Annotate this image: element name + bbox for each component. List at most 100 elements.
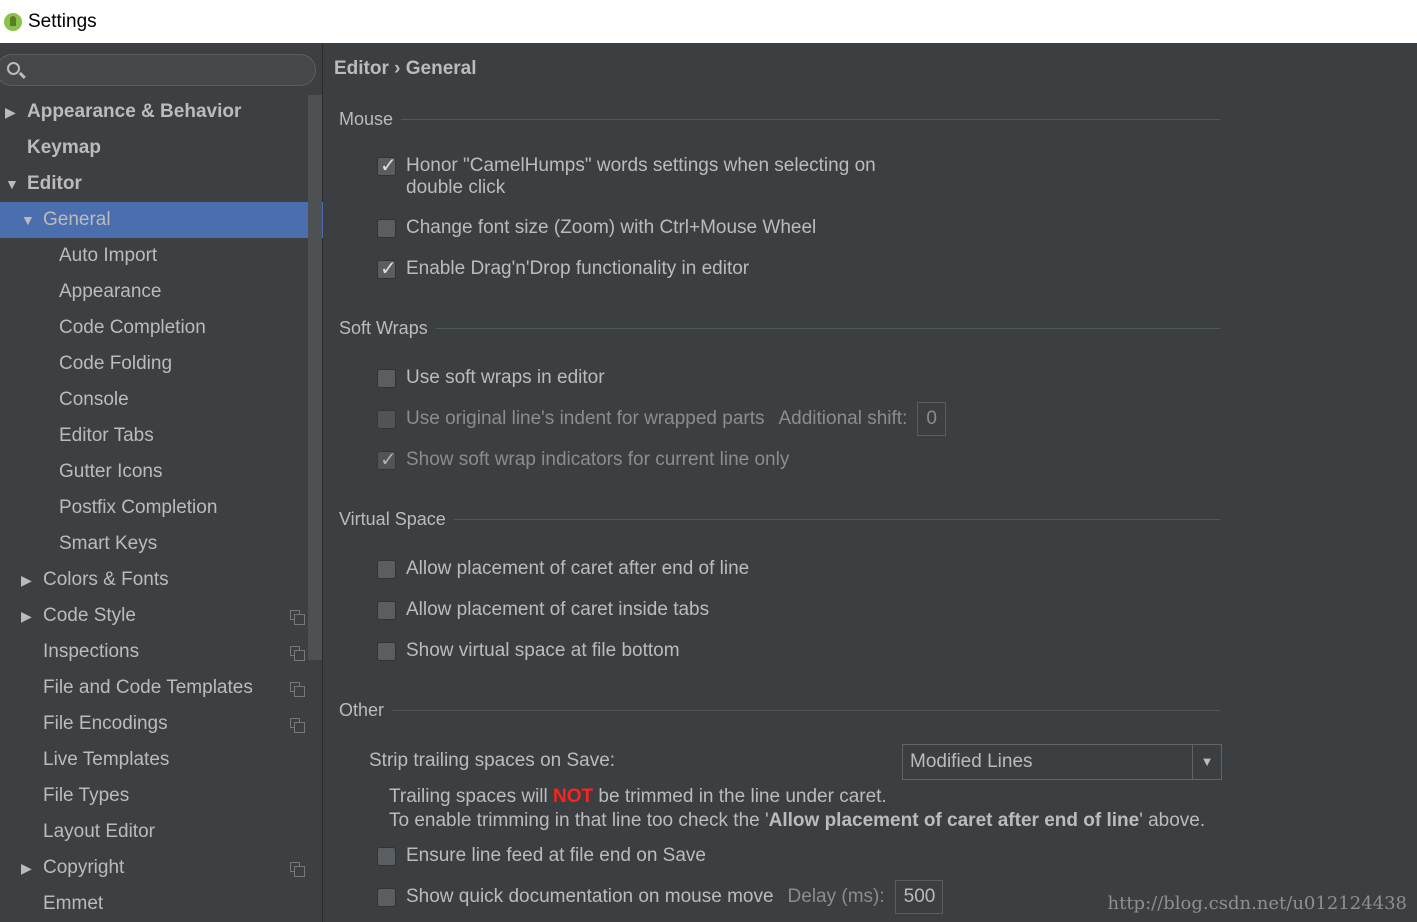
- section-virtual-space: Virtual Space: [339, 509, 1220, 530]
- section-mouse: Mouse: [339, 109, 1220, 130]
- checkbox[interactable]: [377, 847, 396, 866]
- sidebar-item-label: Postfix Completion: [59, 497, 218, 518]
- section-soft-wraps: Soft Wraps: [339, 318, 1220, 339]
- sidebar-item[interactable]: Live Templates: [0, 742, 323, 778]
- window-title: Settings: [28, 10, 97, 32]
- sidebar-item[interactable]: File Encodings: [0, 706, 323, 742]
- sidebar-item-label: Smart Keys: [59, 533, 158, 554]
- sidebar-item[interactable]: Code Folding: [0, 346, 323, 382]
- checkbox[interactable]: [377, 642, 396, 661]
- option-line-feed[interactable]: Ensure line feed at file end on Save: [377, 845, 706, 867]
- project-scope-icon: [290, 646, 305, 661]
- option-drag-drop[interactable]: Enable Drag'n'Drop functionality in edit…: [377, 256, 749, 281]
- sidebar-item[interactable]: ▶ Copyright: [0, 850, 323, 886]
- sidebar-item[interactable]: Inspections: [0, 634, 323, 670]
- checkbox[interactable]: [377, 560, 396, 579]
- checkbox[interactable]: [377, 219, 396, 238]
- option-wrap-indicators[interactable]: Show soft wrap indicators for current li…: [377, 447, 789, 472]
- checkbox[interactable]: [377, 256, 397, 281]
- chevron-down-icon[interactable]: ▼: [21, 212, 35, 228]
- sidebar-item-label: Gutter Icons: [59, 461, 163, 482]
- strip-note-2: To enable trimming in that line too chec…: [389, 810, 1206, 831]
- section-other: Other: [339, 700, 1220, 721]
- sidebar-item[interactable]: Gutter Icons: [0, 454, 323, 490]
- checkbox[interactable]: [377, 601, 396, 620]
- checkbox[interactable]: [377, 369, 396, 388]
- watermark: http://blog.csdn.net/u012124438: [1107, 893, 1408, 914]
- strip-note-1: Trailing spaces will NOT be trimmed in t…: [389, 786, 887, 807]
- project-scope-icon: [290, 718, 305, 733]
- sidebar-item-label: File and Code Templates: [43, 677, 253, 698]
- breadcrumb: Editor › General: [334, 58, 477, 79]
- sidebar-item-label: Code Completion: [59, 317, 206, 338]
- sidebar-item[interactable]: Layout Editor: [0, 814, 323, 850]
- settings-panel: Editor › General Mouse Honor "CamelHumps…: [324, 43, 1417, 922]
- sidebar-item[interactable]: Emmet: [0, 886, 323, 922]
- project-scope-icon: [290, 682, 305, 697]
- option-caret-tabs[interactable]: Allow placement of caret inside tabs: [377, 599, 709, 621]
- checkbox[interactable]: [377, 888, 396, 907]
- option-zoom[interactable]: Change font size (Zoom) with Ctrl+Mouse …: [377, 217, 816, 239]
- sidebar-item-label: Editor: [27, 173, 82, 194]
- sidebar-item-label: Code Folding: [59, 353, 173, 374]
- chevron-right-icon[interactable]: ▶: [21, 860, 32, 877]
- checkbox[interactable]: [377, 410, 396, 429]
- sidebar-item[interactable]: ▼ Editor: [0, 166, 323, 202]
- chevron-right-icon[interactable]: ▶: [5, 104, 16, 121]
- sidebar-item-label: Appearance: [59, 281, 162, 302]
- sidebar-item-label: Auto Import: [59, 245, 158, 266]
- sidebar-item[interactable]: ▶ Appearance & Behavior: [0, 94, 323, 130]
- sidebar-item[interactable]: Auto Import: [0, 238, 323, 274]
- sidebar-item[interactable]: Code Completion: [0, 310, 323, 346]
- chevron-down-icon[interactable]: ▼: [1192, 745, 1221, 779]
- option-soft-wraps[interactable]: Use soft wraps in editor: [377, 367, 605, 389]
- chevron-right-icon[interactable]: ▶: [21, 572, 32, 589]
- sidebar-item[interactable]: Keymap: [0, 130, 323, 166]
- sidebar-item[interactable]: Appearance: [0, 274, 323, 310]
- settings-tree: ▶ Appearance & Behavior Keymap ▼ Editor ▼ Gene…: [0, 94, 323, 922]
- chevron-right-icon[interactable]: ▶: [21, 608, 32, 625]
- sidebar-item[interactable]: Smart Keys: [0, 526, 323, 562]
- sidebar-item-label: General: [43, 209, 111, 230]
- project-scope-icon: [290, 862, 305, 877]
- sidebar: ▶ Appearance & Behavior Keymap ▼ Editor ▼ Gene…: [0, 43, 323, 922]
- checkbox[interactable]: [377, 447, 397, 472]
- search-icon: [7, 62, 20, 75]
- sidebar-item[interactable]: ▶ Code Style: [0, 598, 323, 634]
- search-input[interactable]: [0, 54, 316, 86]
- sidebar-item-label: Copyright: [43, 857, 125, 878]
- title-bar: Settings: [0, 0, 1417, 43]
- option-quick-doc[interactable]: Show quick documentation on mouse move De…: [377, 880, 943, 914]
- sidebar-item-label: Keymap: [27, 137, 101, 158]
- android-studio-logo-icon: [4, 12, 22, 31]
- sidebar-item-label: Live Templates: [43, 749, 170, 770]
- sidebar-item[interactable]: Editor Tabs: [0, 418, 323, 454]
- sidebar-item[interactable]: File Types: [0, 778, 323, 814]
- strip-trailing-dropdown[interactable]: Modified Lines ▼: [902, 744, 1222, 780]
- sidebar-item-label: Inspections: [43, 641, 140, 662]
- sidebar-item-label: Code Style: [43, 605, 136, 626]
- checkbox[interactable]: [377, 153, 397, 178]
- delay-input[interactable]: 500: [894, 880, 943, 914]
- sidebar-item-label: Appearance & Behavior: [27, 101, 242, 122]
- sidebar-item-label: Editor Tabs: [59, 425, 154, 446]
- option-caret-eol[interactable]: Allow placement of caret after end of li…: [377, 558, 749, 580]
- sidebar-item-label: Emmet: [43, 893, 104, 914]
- sidebar-item[interactable]: ▼ General: [0, 202, 323, 238]
- project-scope-icon: [290, 610, 305, 625]
- sidebar-scrollbar[interactable]: [308, 95, 322, 660]
- sidebar-item[interactable]: Console: [0, 382, 323, 418]
- sidebar-item-label: File Types: [43, 785, 130, 806]
- sidebar-item-label: File Encodings: [43, 713, 168, 734]
- sidebar-item[interactable]: ▶ Colors & Fonts: [0, 562, 323, 598]
- option-virtual-bottom[interactable]: Show virtual space at file bottom: [377, 640, 680, 662]
- sidebar-item[interactable]: Postfix Completion: [0, 490, 323, 526]
- option-camelhumps[interactable]: Honor "CamelHumps" words settings when s…: [377, 153, 876, 199]
- sidebar-item-label: Colors & Fonts: [43, 569, 169, 590]
- sidebar-item[interactable]: File and Code Templates: [0, 670, 323, 706]
- chevron-down-icon[interactable]: ▼: [5, 176, 19, 192]
- sidebar-item-label: Console: [59, 389, 129, 410]
- additional-shift-input[interactable]: 0: [917, 402, 946, 436]
- sidebar-item-label: Layout Editor: [43, 821, 155, 842]
- option-original-indent[interactable]: Use original line's indent for wrapped p…: [377, 402, 946, 436]
